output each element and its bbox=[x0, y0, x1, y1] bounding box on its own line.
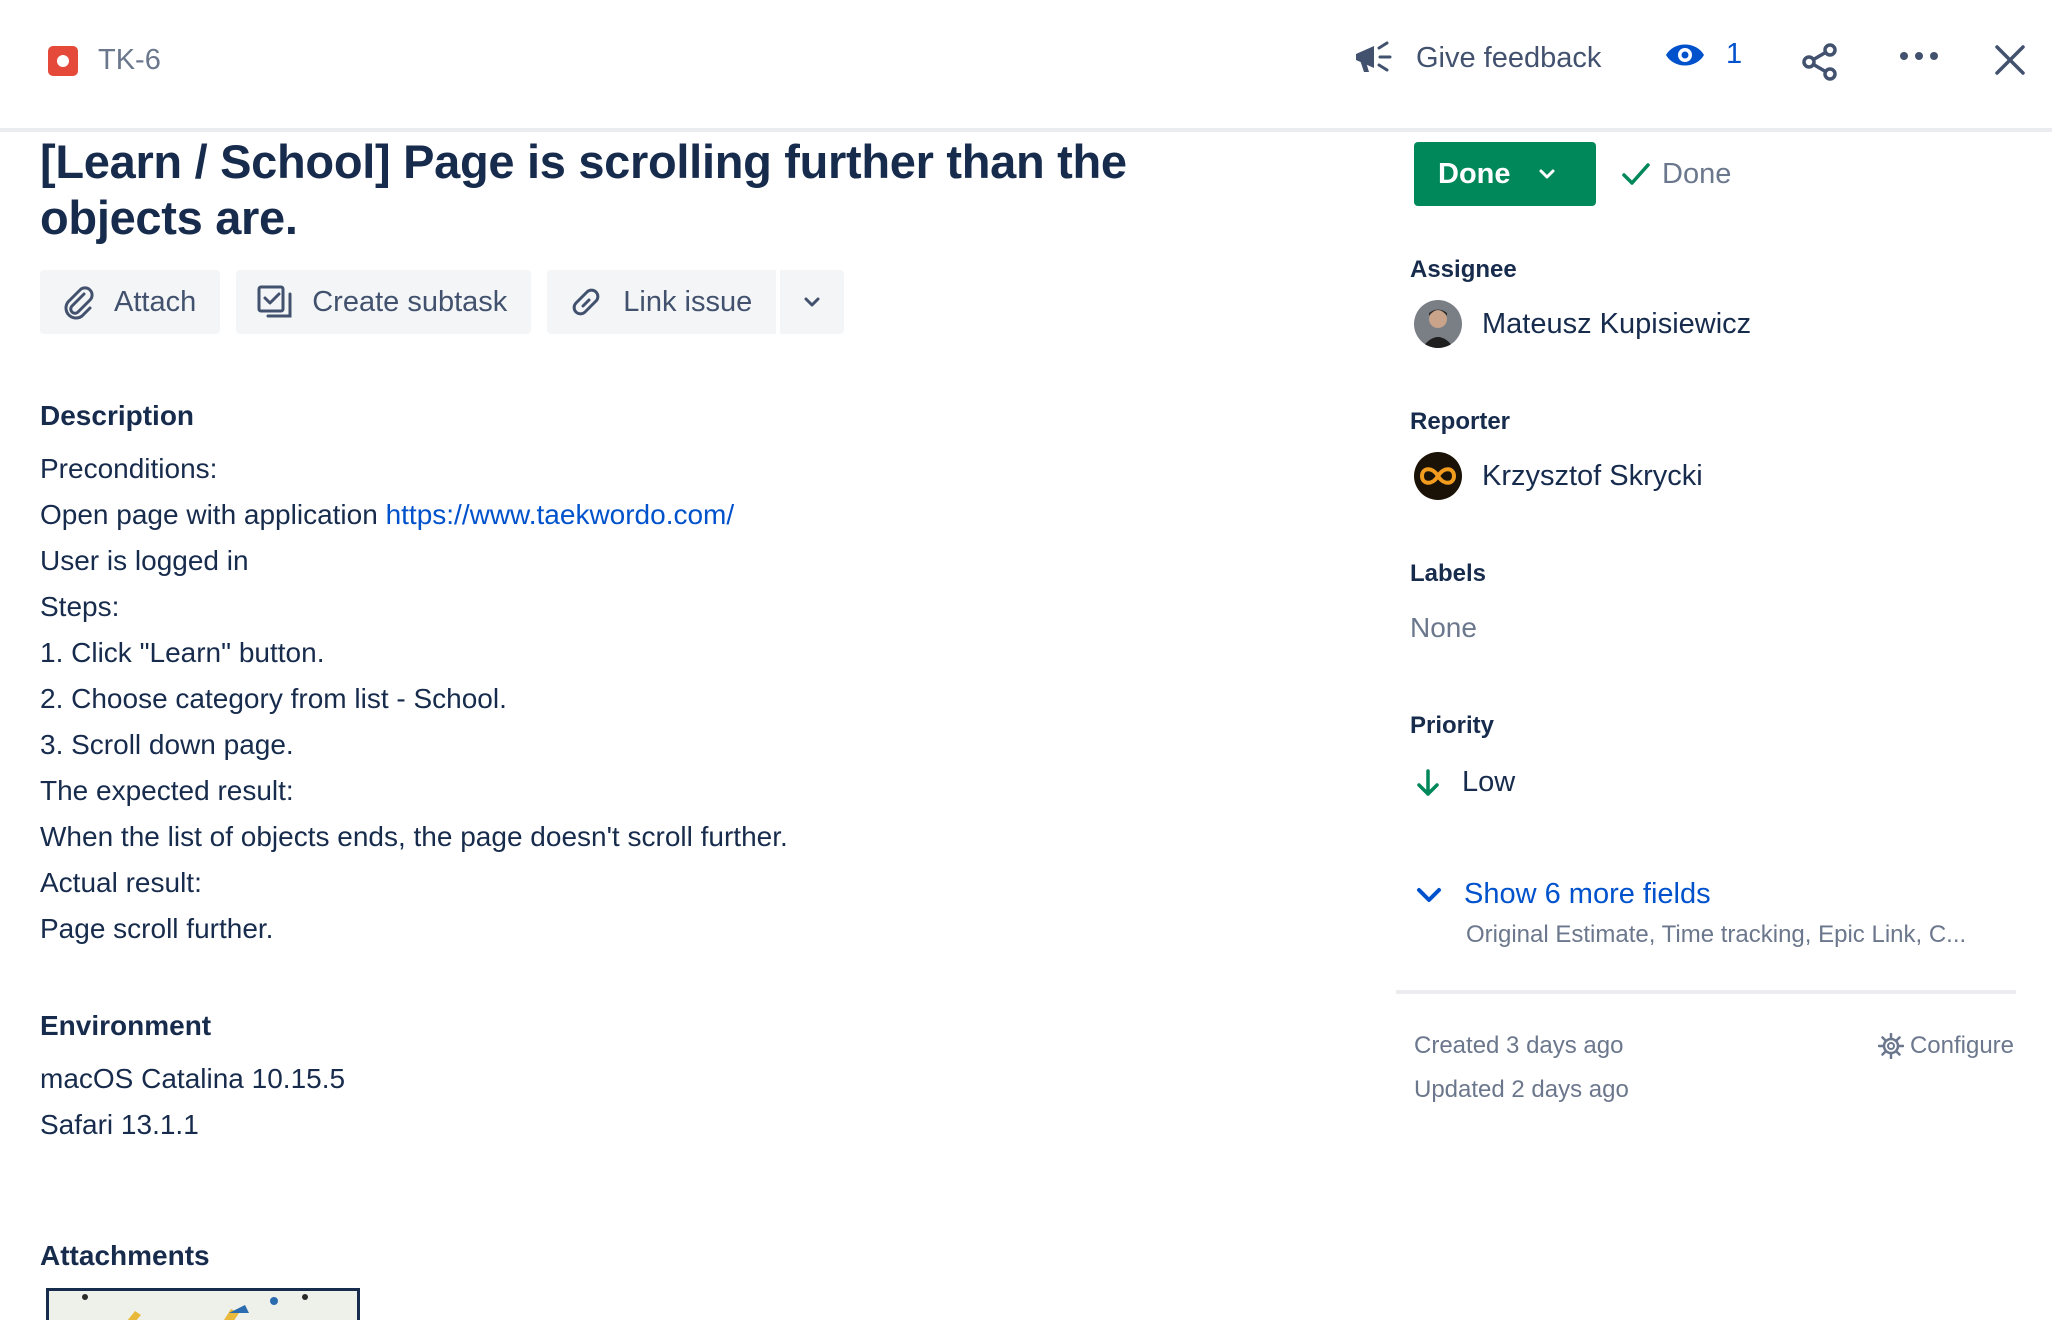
configure-button[interactable]: Configure bbox=[1877, 1024, 2014, 1068]
environment-body[interactable]: macOS Catalina 10.15.5 Safari 13.1.1 bbox=[40, 1056, 345, 1148]
attachments-heading: Attachments bbox=[40, 1240, 210, 1271]
dot-icon bbox=[1930, 52, 1938, 60]
issue-key[interactable]: TK-6 bbox=[98, 44, 161, 77]
chevron-down-icon bbox=[1539, 169, 1554, 179]
watch-count: 1 bbox=[1726, 38, 1743, 70]
resolution-label: Done bbox=[1662, 157, 1732, 190]
labels-label: Labels bbox=[1410, 560, 1487, 587]
description-line: Actual result: bbox=[40, 867, 202, 898]
description-line: User is logged in bbox=[40, 545, 249, 576]
issue-header: TK-6 Give feedback 1 bbox=[0, 0, 2052, 132]
avatar bbox=[1414, 452, 1462, 500]
show-more-fields-label: Show 6 more fields bbox=[1464, 878, 1711, 910]
open-page-text: Open page with application bbox=[40, 499, 386, 530]
application-link[interactable]: https://www.taekwordo.com/ bbox=[386, 499, 735, 530]
issue-dates: Created 3 days ago Updated 2 days ago bbox=[1414, 1024, 1629, 1112]
assignee-label: Assignee bbox=[1410, 256, 1517, 283]
description-line: 3. Scroll down page. bbox=[40, 729, 294, 760]
checkmark-icon bbox=[1622, 163, 1650, 185]
priority-value: Low bbox=[1462, 766, 1516, 798]
megaphone-icon bbox=[1356, 41, 1392, 72]
more-actions-button[interactable] bbox=[1900, 52, 1938, 60]
environment-line: macOS Catalina 10.15.5 bbox=[40, 1063, 346, 1094]
more-actions-dropdown[interactable] bbox=[780, 270, 845, 334]
eye-icon bbox=[1666, 44, 1704, 65]
create-subtask-label: Create subtask bbox=[312, 285, 508, 318]
assignee-field[interactable]: Mateusz Kupisiewicz bbox=[1414, 300, 1751, 348]
resolution-status: Done bbox=[1620, 158, 1731, 191]
environment-heading: Environment bbox=[40, 1010, 212, 1041]
status-label: Done bbox=[1438, 157, 1511, 190]
assignee-name: Mateusz Kupisiewicz bbox=[1482, 307, 1752, 340]
share-icon bbox=[1802, 43, 1837, 81]
reporter-name: Krzysztof Skrycki bbox=[1482, 459, 1703, 492]
give-feedback-button[interactable]: Give feedback bbox=[1352, 38, 1601, 78]
attach-button[interactable]: Attach bbox=[40, 270, 221, 334]
updated-date: Updated 2 days ago bbox=[1414, 1076, 1629, 1103]
reporter-label: Reporter bbox=[1410, 408, 1511, 435]
create-subtask-button[interactable]: Create subtask bbox=[236, 270, 532, 334]
attach-label: Attach bbox=[114, 285, 197, 318]
description-line: Steps: bbox=[40, 591, 120, 622]
description-line: Page scroll further. bbox=[40, 913, 274, 944]
link-issue-group: Link issue bbox=[547, 270, 845, 334]
show-more-fields[interactable]: Show 6 more fields Original Estimate, Ti… bbox=[1414, 878, 1966, 949]
description-line: The expected result: bbox=[40, 775, 294, 806]
arrow-down-icon bbox=[1417, 768, 1439, 796]
hidden-fields-list: Original Estimate, Time tracking, Epic L… bbox=[1466, 921, 1967, 948]
environment-line: Safari 13.1.1 bbox=[40, 1109, 199, 1140]
dot-icon bbox=[1915, 52, 1923, 60]
dot-icon bbox=[1900, 52, 1908, 60]
gear-icon bbox=[1877, 1033, 1904, 1059]
description-line: When the list of objects ends, the page … bbox=[40, 821, 788, 852]
reporter-field[interactable]: Krzysztof Skrycki bbox=[1414, 452, 1703, 500]
status-transition-button[interactable]: Done bbox=[1414, 142, 1596, 206]
close-icon bbox=[1995, 45, 2025, 75]
show-more-fields-link[interactable]: Show 6 more fields bbox=[1414, 878, 1966, 911]
description-body[interactable]: Preconditions: Open page with applicatio… bbox=[40, 446, 788, 952]
description-line: 2. Choose category from list - School. bbox=[40, 683, 507, 714]
share-button[interactable] bbox=[1800, 42, 1840, 87]
description-line: Open page with application https://www.t… bbox=[40, 492, 788, 538]
give-feedback-label: Give feedback bbox=[1416, 41, 1602, 74]
status-row: Done Done bbox=[1414, 142, 1731, 206]
bug-icon bbox=[48, 45, 78, 76]
watch-button[interactable]: 1 bbox=[1664, 38, 1742, 71]
link-icon bbox=[572, 288, 600, 316]
link-issue-label: Link issue bbox=[623, 285, 753, 318]
paperclip-icon bbox=[64, 286, 94, 320]
issue-summary[interactable]: [Learn / School] Page is scrolling furth… bbox=[40, 134, 1280, 246]
description-heading: Description bbox=[40, 400, 195, 431]
link-issue-button[interactable]: Link issue bbox=[547, 270, 777, 334]
priority-label: Priority bbox=[1410, 712, 1495, 739]
priority-field[interactable]: Low bbox=[1414, 766, 1515, 799]
description-line: 1. Click "Learn" button. bbox=[40, 637, 325, 668]
attachment-thumbnail[interactable] bbox=[46, 1288, 360, 1320]
labels-value[interactable]: None bbox=[1410, 612, 1477, 644]
subtask-icon bbox=[257, 285, 292, 318]
divider bbox=[1396, 990, 2016, 994]
issue-action-buttons: Attach Create subtask Link issue bbox=[40, 270, 845, 334]
issue-key-breadcrumb[interactable]: TK-6 bbox=[48, 44, 161, 77]
close-button[interactable] bbox=[1994, 44, 2026, 81]
avatar bbox=[1414, 300, 1462, 348]
configure-label: Configure bbox=[1909, 1032, 2014, 1059]
chevron-down-icon bbox=[1417, 887, 1441, 902]
chevron-down-icon bbox=[804, 297, 820, 307]
created-date: Created 3 days ago bbox=[1414, 1032, 1624, 1059]
description-line: Preconditions: bbox=[40, 453, 218, 484]
